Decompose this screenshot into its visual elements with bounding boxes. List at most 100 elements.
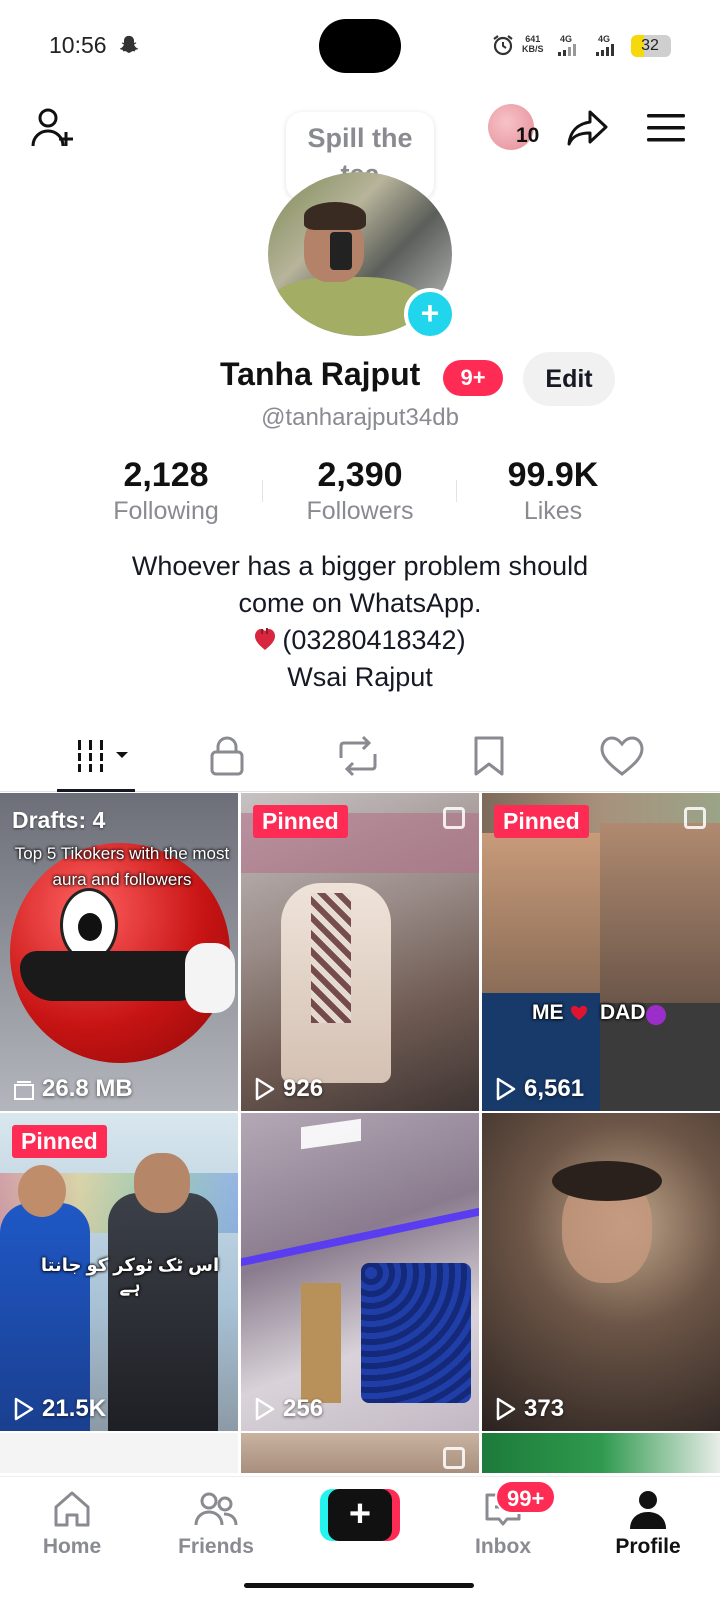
bio-line: Whoever has a bigger problem should (131, 551, 589, 581)
inbox-badge: 99+ (495, 1480, 557, 1514)
play-icon (255, 1077, 275, 1101)
tile-vest (311, 893, 351, 1023)
home-indicator[interactable] (244, 1583, 474, 1588)
story-count: 10 (516, 124, 540, 147)
edit-profile-button[interactable]: Edit (523, 352, 615, 406)
view-count-value: 373 (524, 1395, 565, 1422)
status-time: 10:56 (49, 32, 107, 58)
camera-cutout (319, 19, 401, 73)
multi-photo-icon (443, 1447, 465, 1469)
share-icon[interactable] (566, 108, 610, 148)
nav-friends[interactable]: Friends (161, 1487, 271, 1559)
status-bar: 10:56 641 KB/S 4G 4G 32 (0, 0, 720, 92)
video-tile[interactable]: 256 (241, 1113, 479, 1431)
username: @tanharajput34db (261, 404, 459, 431)
add-friend-icon[interactable] (30, 106, 76, 150)
lock-icon (210, 736, 244, 776)
tile-ceiling-light (301, 1118, 361, 1150)
heart-icon (600, 736, 644, 776)
alarm-icon (493, 35, 513, 56)
devil-emoji-icon (646, 1005, 666, 1025)
grid-columns-icon (76, 740, 128, 772)
plus-icon: + (328, 1489, 392, 1541)
play-icon (496, 1397, 516, 1421)
tile-door (301, 1283, 341, 1403)
stat-following[interactable]: 2,128 Following (76, 456, 256, 526)
view-count: 6,561 (496, 1075, 584, 1103)
tab-private[interactable] (202, 734, 252, 778)
friends-icon (194, 1492, 238, 1526)
bio-line: come on WhatsApp. (238, 588, 482, 618)
following-label: Following (113, 497, 219, 525)
view-count-value: 926 (283, 1075, 324, 1102)
tab-saved[interactable] (464, 734, 514, 778)
battery-level: 32 (641, 37, 659, 54)
photo-phone (330, 232, 352, 270)
bio-phone: (03280418342) (282, 625, 466, 655)
tile-face-left (18, 1165, 66, 1217)
tab-reposts[interactable] (333, 734, 383, 778)
pinned-badge: Pinned (494, 805, 589, 838)
caption-dad: DAD (600, 1001, 646, 1024)
view-count-value: 21.5K (42, 1395, 107, 1422)
bottom-nav: Home Friends + Inbox Profile (0, 1476, 720, 1600)
drafts-tile[interactable]: Drafts: 4 Top 5 Tikokers with the most a… (0, 793, 238, 1111)
bookmark-icon (474, 736, 504, 776)
nav-profile-label: Profile (615, 1535, 681, 1558)
view-count: 256 (255, 1395, 323, 1423)
nav-friends-label: Friends (178, 1535, 254, 1558)
tile-person-right (108, 1193, 218, 1431)
create-button[interactable]: + (320, 1489, 400, 1541)
pinned-badge: Pinned (12, 1125, 107, 1158)
emoji-hand (185, 943, 235, 1013)
followers-label: Followers (306, 497, 414, 525)
profile-icon (630, 1491, 666, 1529)
view-count: 21.5K (14, 1395, 106, 1423)
nav-home[interactable]: Home (17, 1487, 127, 1559)
view-count-value: 256 (283, 1395, 324, 1422)
multi-photo-icon (684, 807, 706, 829)
bio-line: (03280418342) (40, 622, 680, 659)
tile-led-strip (241, 1207, 479, 1267)
drafts-stack-icon (14, 1081, 34, 1100)
tab-videos[interactable] (74, 734, 132, 778)
pinned-badge: Pinned (253, 805, 348, 838)
drafts-size: 26.8 MB (14, 1075, 133, 1103)
view-count: 373 (496, 1395, 564, 1423)
nav-profile[interactable]: Profile (593, 1487, 703, 1559)
anatomical-heart-icon (255, 628, 276, 650)
view-count-value: 6,561 (524, 1075, 585, 1102)
add-photo-plus-icon[interactable]: + (404, 288, 456, 340)
drafts-size-value: 26.8 MB (42, 1075, 133, 1102)
likes-label: Likes (523, 497, 583, 525)
video-tile[interactable]: 373 (482, 1113, 720, 1431)
drafts-caption: Top 5 Tikokers with the most aura and fo… (14, 844, 230, 889)
stat-likes[interactable]: 99.9K Likes (463, 456, 643, 526)
video-tile[interactable]: اس ٹک ٹوکر کو جانتا ہے Pinned 21.5K (0, 1113, 238, 1431)
view-count: 926 (255, 1075, 323, 1103)
video-tile[interactable]: Pinned 926 (241, 793, 479, 1111)
likes-count: 99.9K (507, 456, 599, 494)
video-tile[interactable] (241, 1433, 479, 1473)
play-icon (496, 1077, 516, 1101)
notification-badge[interactable]: 9+ (443, 360, 503, 396)
stat-followers[interactable]: 2,390 Followers (270, 456, 450, 526)
tile-hair (552, 1161, 662, 1201)
followers-count: 2,390 (317, 456, 403, 494)
nav-home-label: Home (42, 1535, 102, 1558)
menu-icon[interactable] (647, 112, 685, 144)
video-tile[interactable]: ME DAD Pinned 6,561 (482, 793, 720, 1111)
video-tile[interactable] (0, 1433, 238, 1473)
battery-icon: 32 (631, 35, 671, 57)
video-tile[interactable] (482, 1433, 720, 1473)
stat-divider (456, 480, 457, 502)
tab-liked[interactable] (597, 734, 647, 778)
caption-me: ME (532, 1001, 564, 1024)
emoji-sunglasses (20, 951, 210, 1001)
profile-tabs (0, 720, 720, 792)
tile-face-right (134, 1153, 190, 1213)
nav-inbox-label: Inbox (475, 1535, 531, 1558)
tile-seat (361, 1263, 471, 1403)
signal-2-icon: 4G (594, 34, 620, 56)
drafts-label: Drafts: 4 (12, 807, 106, 833)
